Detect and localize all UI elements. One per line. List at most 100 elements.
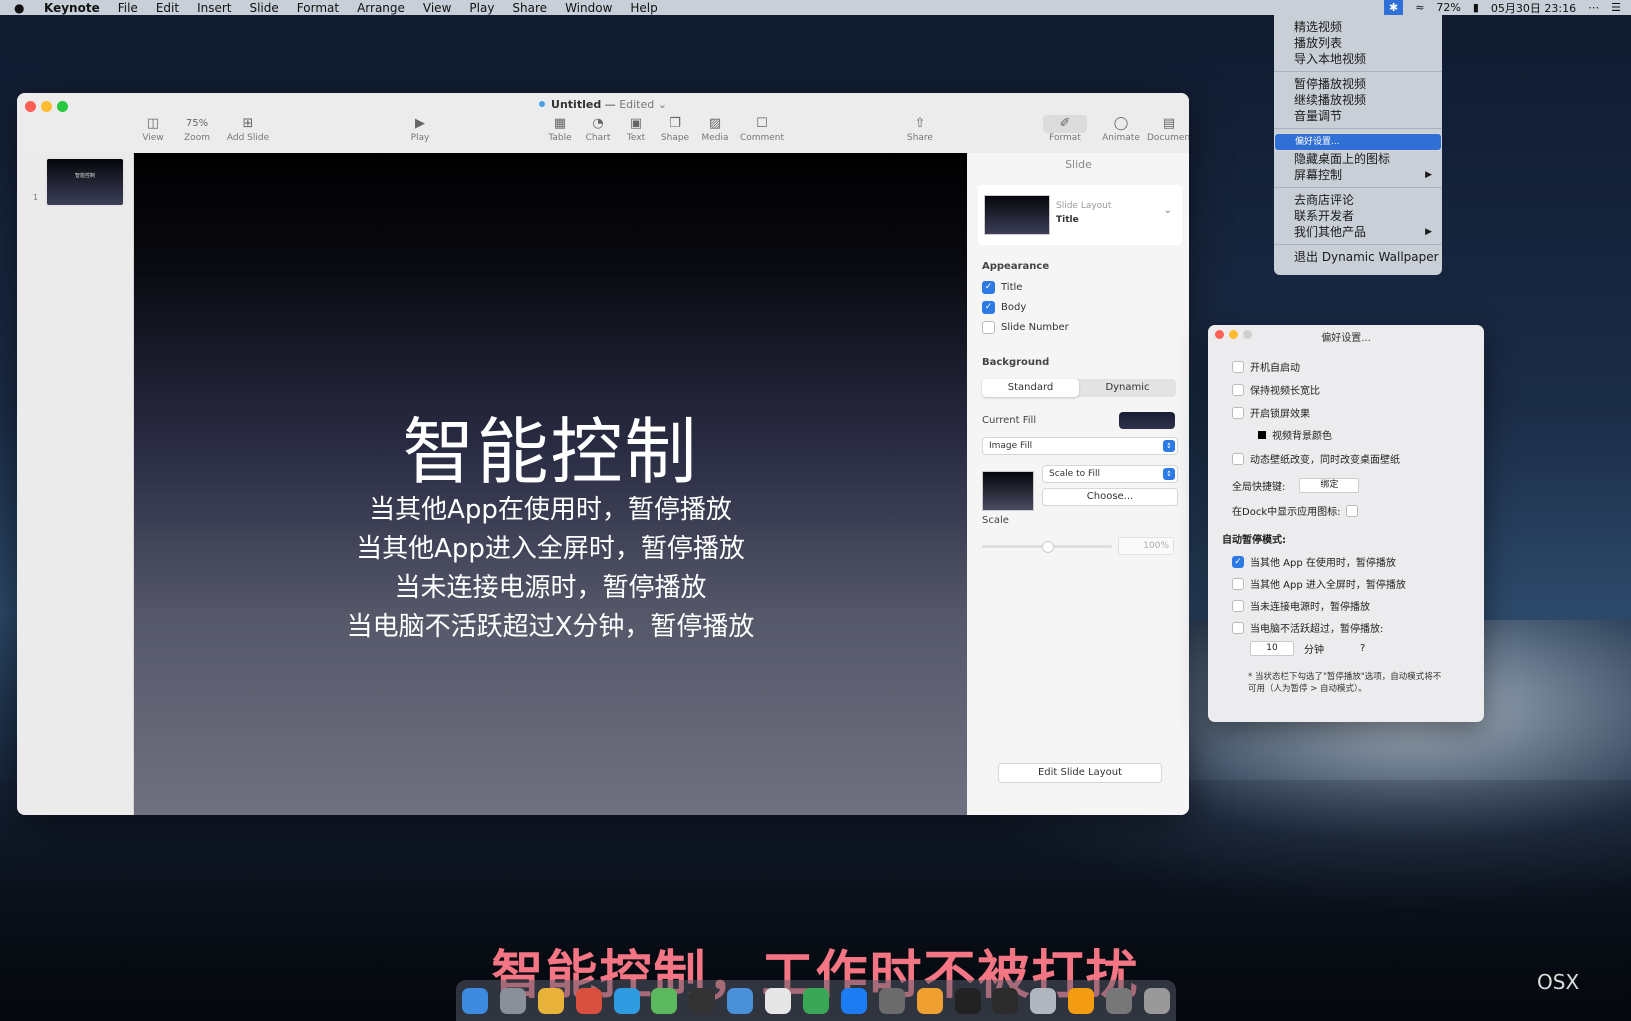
lock-effect-checkbox[interactable]: 开启锁屏效果 xyxy=(1232,405,1310,420)
scale-value-field[interactable]: 100% xyxy=(1118,537,1174,555)
share-button[interactable]: ⇧ Share xyxy=(905,115,935,143)
dock-icon-row[interactable]: 在Dock中显示应用图标: xyxy=(1232,503,1359,518)
wechat-icon[interactable] xyxy=(651,987,678,1014)
slide-layout-picker[interactable]: Slide Layout Title ⌄ xyxy=(978,185,1182,245)
scale-mode-select[interactable]: Scale to Fill ↕ xyxy=(1042,465,1178,483)
dynamic-segment[interactable]: Dynamic xyxy=(1079,379,1176,397)
battery-percent[interactable]: 72% xyxy=(1436,1,1460,14)
play-button[interactable]: ▶ Play xyxy=(405,115,435,143)
shape-button[interactable]: ❐ Shape xyxy=(659,115,691,143)
app-icon[interactable] xyxy=(992,987,1019,1014)
dynamic-wallpaper-status-icon[interactable]: ✱ xyxy=(1383,0,1404,15)
change-desktop-checkbox[interactable]: 动态壁纸改变，同时改变桌面壁纸 xyxy=(1232,451,1400,466)
idle-minutes-input[interactable]: 10 xyxy=(1250,641,1294,656)
finder-icon[interactable] xyxy=(461,987,488,1014)
add-slide-button[interactable]: ⊞ Add Slide xyxy=(225,115,271,143)
menu-arrange[interactable]: Arrange xyxy=(357,1,405,15)
menu-item-import[interactable]: 导入本地视频 xyxy=(1274,51,1442,67)
zoom-button[interactable]: 75% Zoom xyxy=(177,115,217,143)
checkbox-unchecked-icon[interactable] xyxy=(1346,504,1359,517)
menu-item-preferences[interactable]: 偏好设置... xyxy=(1274,133,1442,151)
scale-slider[interactable] xyxy=(982,541,1112,553)
apple-icon[interactable]: ● xyxy=(14,1,30,15)
app-icon[interactable] xyxy=(1030,987,1057,1014)
pause-fullscreen-checkbox[interactable]: 当其他 App 进入全屏时，暂停播放 xyxy=(1232,576,1406,591)
downloads-icon[interactable] xyxy=(1106,987,1133,1014)
slide-body[interactable]: 当其他App在使用时，暂停播放 当其他App进入全屏时，暂停播放 当未连接电源时… xyxy=(134,491,967,647)
app-icon[interactable] xyxy=(765,987,792,1014)
menu-item-other-products[interactable]: 我们其他产品 ▶ xyxy=(1274,224,1442,240)
menu-item-pause[interactable]: 暂停播放视频 xyxy=(1274,76,1442,92)
app-icon[interactable] xyxy=(916,987,943,1014)
slide-canvas[interactable]: 智能控制 当其他App在使用时，暂停播放 当其他App进入全屏时，暂停播放 当未… xyxy=(134,153,967,815)
menu-item-contact[interactable]: 联系开发者 xyxy=(1274,208,1442,224)
color-swatch[interactable] xyxy=(1258,430,1266,439)
trash-icon[interactable] xyxy=(1143,987,1170,1014)
system-preferences-icon[interactable] xyxy=(878,987,905,1014)
menu-play[interactable]: Play xyxy=(469,1,494,15)
menu-item-hide-icons[interactable]: 隐藏桌面上的图标 xyxy=(1274,151,1442,167)
menu-item-screen-control[interactable]: 屏幕控制 ▶ xyxy=(1274,167,1442,183)
bg-color-row[interactable]: 视频背景颜色 xyxy=(1258,427,1332,442)
menu-window[interactable]: Window xyxy=(565,1,612,15)
app-icon[interactable] xyxy=(575,987,602,1014)
safari-icon[interactable] xyxy=(613,987,640,1014)
fill-color-swatch[interactable] xyxy=(1119,412,1175,429)
chevron-down-icon[interactable]: ⌄ xyxy=(658,98,667,111)
slide-title[interactable]: 智能控制 xyxy=(134,393,967,498)
document-name[interactable]: Untitled xyxy=(551,98,601,111)
more-icon[interactable]: ⋯ xyxy=(1588,1,1599,14)
text-button[interactable]: ▣ Text xyxy=(621,115,651,143)
title-checkbox[interactable]: ✓ Title xyxy=(982,281,1022,294)
menu-clock[interactable]: 05月30日 23:16 xyxy=(1491,0,1576,16)
menu-view[interactable]: View xyxy=(423,1,451,15)
inspector-tab-slide[interactable]: Slide xyxy=(968,158,1189,171)
table-button[interactable]: ▦ Table xyxy=(545,115,575,143)
animate-button[interactable]: ◯ Animate xyxy=(1101,115,1141,143)
menu-item-review[interactable]: 去商店评论 xyxy=(1274,192,1442,208)
menu-item-volume[interactable]: 音量调节 xyxy=(1274,108,1442,124)
menu-item-featured[interactable]: 精选视频 xyxy=(1274,19,1442,35)
edit-slide-layout-button[interactable]: Edit Slide Layout xyxy=(998,763,1162,783)
slide-number-checkbox[interactable]: Slide Number xyxy=(982,321,1069,334)
slider-knob[interactable] xyxy=(1042,541,1054,553)
app-icon[interactable] xyxy=(1068,987,1095,1014)
media-button[interactable]: ▨ Media xyxy=(699,115,731,143)
choose-button[interactable]: Choose... xyxy=(1042,488,1178,506)
menu-edit[interactable]: Edit xyxy=(156,1,179,15)
fill-type-select[interactable]: Image Fill ↕ xyxy=(982,437,1178,455)
menu-insert[interactable]: Insert xyxy=(197,1,231,15)
launchpad-icon[interactable] xyxy=(499,987,526,1014)
battery-icon[interactable]: ▮ xyxy=(1473,1,1479,14)
qq-icon[interactable] xyxy=(689,987,716,1014)
slide-thumbnail[interactable]: 1 智能控制 xyxy=(33,157,125,207)
menu-item-quit[interactable]: 退出 Dynamic Wallpaper xyxy=(1274,249,1442,265)
bind-shortcut-button[interactable]: 绑定 xyxy=(1299,478,1360,493)
menu-app-name[interactable]: Keynote xyxy=(44,1,100,15)
pause-idle-checkbox[interactable]: 当电脑不活跃超过，暂停播放: xyxy=(1232,620,1383,635)
wifi-icon[interactable]: ≈ xyxy=(1415,1,1424,14)
app-icon[interactable] xyxy=(802,987,829,1014)
menu-slide[interactable]: Slide xyxy=(249,1,278,15)
terminal-icon[interactable] xyxy=(954,987,981,1014)
app-icon[interactable] xyxy=(727,987,754,1014)
chrome-icon[interactable] xyxy=(537,987,564,1014)
standard-segment[interactable]: Standard xyxy=(982,379,1079,397)
body-checkbox[interactable]: ✓ Body xyxy=(982,301,1026,314)
keep-ratio-checkbox[interactable]: 保持视频长宽比 xyxy=(1232,382,1320,397)
view-button[interactable]: ◫ View xyxy=(135,115,171,143)
help-button[interactable]: ? xyxy=(1360,643,1365,654)
list-icon[interactable]: ☰ xyxy=(1611,1,1621,14)
comment-button[interactable]: ☐ Comment xyxy=(739,115,785,143)
menu-format[interactable]: Format xyxy=(297,1,339,15)
pause-power-checkbox[interactable]: 当未连接电源时，暂停播放 xyxy=(1232,598,1370,613)
format-button[interactable]: ✐ Format xyxy=(1043,115,1087,143)
pause-app-checkbox[interactable]: ✓ 当其他 App 在使用时，暂停播放 xyxy=(1232,554,1396,569)
menu-item-playlist[interactable]: 播放列表 xyxy=(1274,35,1442,51)
menu-help[interactable]: Help xyxy=(630,1,657,15)
edited-status[interactable]: Edited xyxy=(619,98,654,111)
chart-button[interactable]: ◔ Chart xyxy=(583,115,613,143)
menu-item-resume[interactable]: 继续播放视频 xyxy=(1274,92,1442,108)
menu-share[interactable]: Share xyxy=(512,1,547,15)
document-button[interactable]: ▤ Document xyxy=(1147,115,1189,143)
